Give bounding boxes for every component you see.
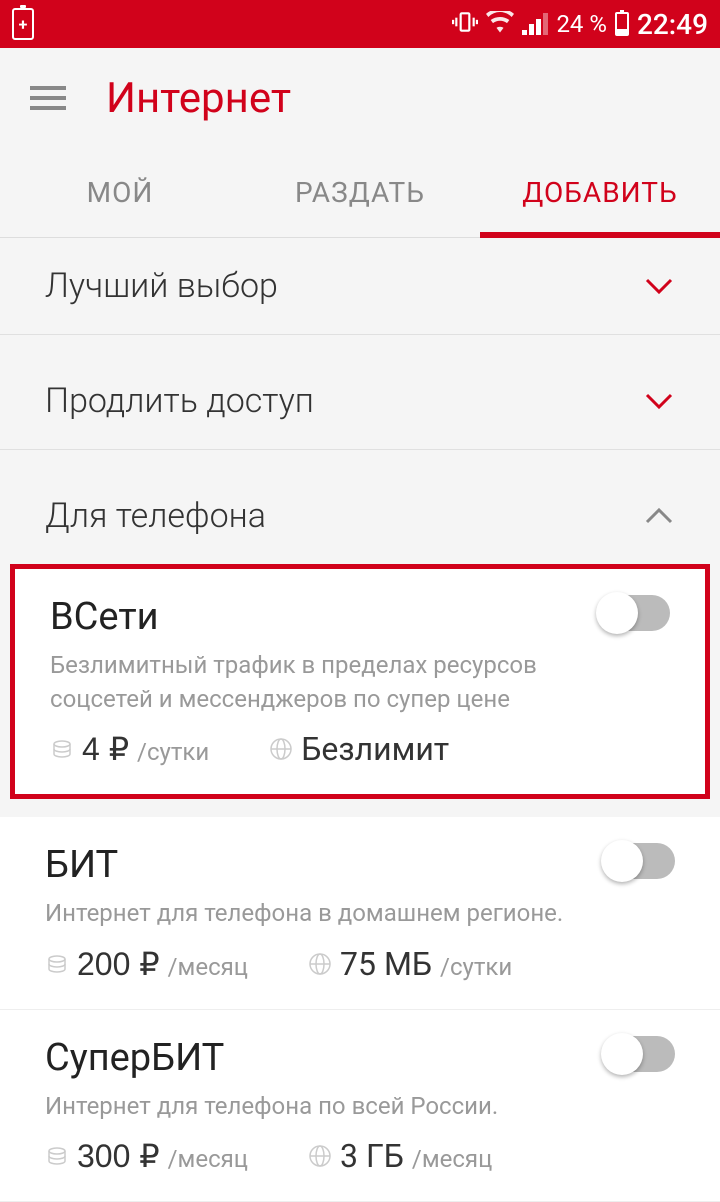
option-bit[interactable]: БИТ Интернет для телефона в домашнем рег…: [0, 817, 720, 1010]
price-unit: /сутки: [137, 738, 209, 766]
app-header: Интернет: [0, 48, 720, 148]
quota-value: Безлимит: [301, 730, 449, 768]
price-unit: /месяц: [168, 953, 248, 981]
tab-my[interactable]: МОЙ: [0, 148, 240, 237]
clock: 22:49: [637, 8, 708, 41]
battery-charging-icon: +: [12, 8, 34, 40]
globe-icon: [308, 1144, 332, 1168]
vibrate-icon: [452, 9, 478, 39]
price-unit: /месяц: [168, 1145, 248, 1173]
chevron-up-icon: [643, 500, 675, 532]
section-best-choice[interactable]: Лучший выбор: [0, 238, 720, 335]
battery-icon: [615, 12, 629, 36]
globe-icon: [269, 737, 293, 761]
option-name: СуперБИТ: [45, 1036, 498, 1080]
page-title: Интернет: [106, 74, 291, 123]
menu-icon[interactable]: [30, 86, 66, 110]
option-desc: Интернет для телефона по всей России.: [45, 1090, 498, 1124]
battery-percentage: 24 %: [556, 10, 607, 38]
quota-value: 75 МБ: [340, 945, 432, 983]
price-value: 200 ₽: [77, 945, 160, 983]
section-title: Для телефона: [45, 496, 266, 536]
coins-icon: [45, 1144, 69, 1168]
option-superbit[interactable]: СуперБИТ Интернет для телефона по всей Р…: [0, 1010, 720, 1202]
option-name: БИТ: [45, 843, 563, 887]
tab-add[interactable]: ДОБАВИТЬ: [480, 148, 720, 237]
globe-icon: [308, 952, 332, 976]
section-extend-access[interactable]: Продлить доступ: [0, 353, 720, 450]
option-vseti[interactable]: ВСети Безлимитный трафик в пределах ресу…: [10, 564, 710, 799]
chevron-down-icon: [643, 270, 675, 302]
status-bar: + 24 % 22:49: [0, 0, 720, 48]
chevron-down-icon: [643, 385, 675, 417]
wifi-icon: [486, 11, 514, 37]
signal-icon: [522, 13, 548, 35]
tabs: МОЙ РАЗДАТЬ ДОБАВИТЬ: [0, 148, 720, 238]
toggle-switch[interactable]: [603, 1036, 675, 1072]
toggle-switch[interactable]: [603, 843, 675, 879]
coins-icon: [50, 737, 74, 761]
option-desc: Интернет для телефона в домашнем регионе…: [45, 897, 563, 931]
price-value: 300 ₽: [77, 1137, 160, 1175]
option-desc: Безлимитный трафик в пределах ресурсов с…: [50, 649, 598, 716]
quota-unit: /сутки: [440, 953, 512, 981]
toggle-switch[interactable]: [598, 595, 670, 631]
tab-share[interactable]: РАЗДАТЬ: [240, 148, 480, 237]
section-title: Продлить доступ: [45, 381, 314, 421]
option-name: ВСети: [50, 595, 598, 639]
quota-value: 3 ГБ: [340, 1137, 404, 1175]
price-value: 4 ₽: [82, 730, 129, 768]
section-for-phone[interactable]: Для телефона: [0, 468, 720, 564]
quota-unit: /месяц: [412, 1145, 492, 1173]
coins-icon: [45, 952, 69, 976]
section-title: Лучший выбор: [45, 266, 278, 306]
